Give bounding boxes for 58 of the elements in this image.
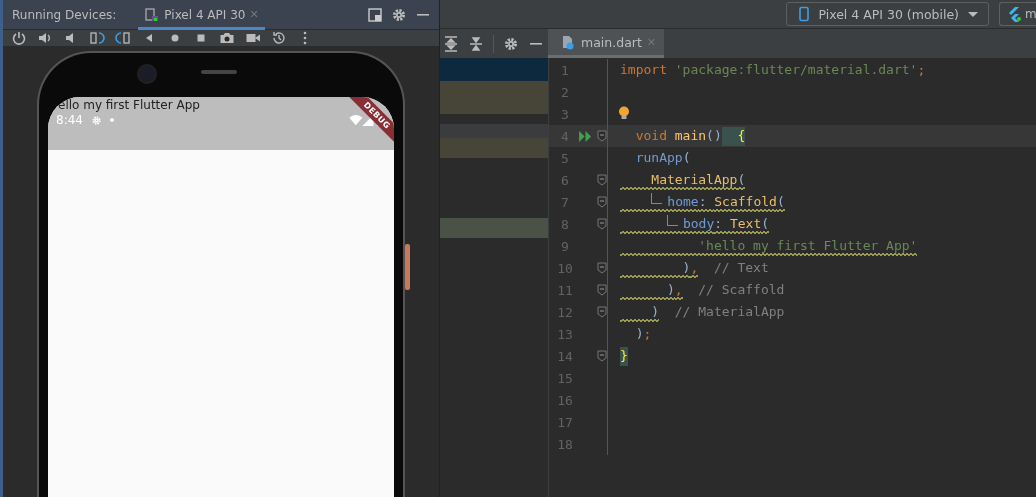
fold-icon[interactable] xyxy=(597,284,607,296)
line-number: 3 xyxy=(560,106,570,122)
reset-icon[interactable] xyxy=(271,30,287,46)
code-line: void main() { xyxy=(620,126,746,146)
line-number: 6 xyxy=(560,172,570,188)
camera-lens-icon xyxy=(137,64,157,84)
code-line: ), // Scaffold xyxy=(620,280,785,300)
window-mode-icon[interactable] xyxy=(367,6,383,23)
speaker-grille xyxy=(201,70,237,74)
dart-file-icon xyxy=(560,34,576,50)
panel-title: Running Devices: xyxy=(12,7,117,22)
code-line: ); xyxy=(634,324,652,343)
line-number: 2 xyxy=(560,84,570,100)
line-number: 9 xyxy=(560,238,570,254)
line-number: 8 xyxy=(560,216,570,232)
rotate-icon[interactable] xyxy=(115,30,131,46)
code-line: ), // Text xyxy=(620,258,769,278)
line-number: 10 xyxy=(556,260,574,276)
collapse-all-icon[interactable] xyxy=(468,35,484,52)
code-line: ) // MaterialApp xyxy=(620,302,785,322)
settings-icon[interactable] xyxy=(391,6,407,23)
rotate-icon[interactable] xyxy=(89,30,105,46)
line-number: 11 xyxy=(556,282,574,298)
fold-icon[interactable] xyxy=(597,130,607,142)
line-number: 13 xyxy=(556,326,574,342)
fold-icon[interactable] xyxy=(597,350,607,362)
status-time: 8:44 xyxy=(56,113,83,127)
line-number: 14 xyxy=(556,348,574,364)
settings-icon[interactable] xyxy=(503,35,519,52)
line-number: 1 xyxy=(560,62,570,78)
lightbulb-icon[interactable] xyxy=(618,106,630,120)
run-config-button[interactable]: m xyxy=(999,2,1036,26)
settings-icon xyxy=(90,114,102,126)
code-line: home: Scaffold( xyxy=(620,192,785,212)
fold-icon[interactable] xyxy=(597,196,607,208)
device-icon xyxy=(144,6,161,23)
fold-icon[interactable] xyxy=(597,174,607,186)
line-number: 7 xyxy=(560,194,570,210)
file-tab[interactable]: main.dart ✕ xyxy=(548,29,665,58)
fold-icon[interactable] xyxy=(597,218,607,230)
run-icon[interactable] xyxy=(579,130,592,142)
code-line: runApp( xyxy=(634,148,691,167)
line-number: 12 xyxy=(556,304,574,320)
fold-icon[interactable] xyxy=(597,306,607,318)
expand-all-icon[interactable] xyxy=(443,35,459,52)
volume-up-icon[interactable] xyxy=(37,30,53,46)
fold-icon[interactable] xyxy=(597,262,607,274)
line-number: 17 xyxy=(556,414,574,430)
line-number: 5 xyxy=(560,150,570,166)
code-line: import 'package:flutter/material.dart'; xyxy=(620,60,926,79)
line-number: 16 xyxy=(556,392,574,408)
power-icon[interactable] xyxy=(11,30,27,46)
code-line: body: Text( xyxy=(620,214,770,234)
camera-icon[interactable] xyxy=(219,30,235,46)
notification-dot-icon xyxy=(109,118,114,122)
device-selector[interactable]: Pixel 4 API 30 (mobile) xyxy=(786,2,989,26)
line-number: 18 xyxy=(556,436,574,452)
line-number: 15 xyxy=(556,370,574,386)
